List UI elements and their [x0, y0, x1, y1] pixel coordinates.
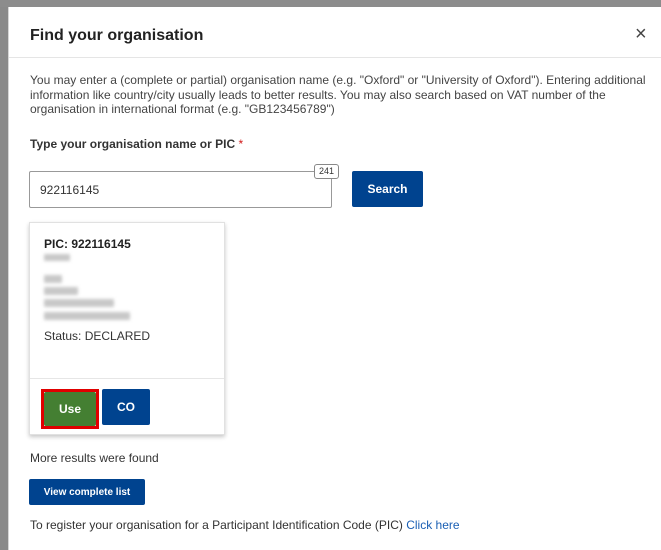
redacted-text — [44, 287, 78, 295]
use-button[interactable]: Use — [44, 392, 96, 426]
required-marker: * — [238, 137, 244, 151]
result-card: PIC: 922116145 Status: DECLARED Use CO — [29, 222, 225, 435]
card-divider — [30, 378, 224, 379]
intro-text: You may enter a (complete or partial) or… — [30, 73, 646, 116]
register-pic-text: To register your organisation for a Part… — [30, 518, 460, 532]
register-click-here-link[interactable]: Click here — [406, 518, 459, 532]
redacted-text — [44, 312, 130, 320]
co-button[interactable]: CO — [102, 389, 150, 425]
redacted-text — [44, 299, 114, 307]
find-organisation-dialog: Find your organisation × You may enter a… — [8, 7, 661, 550]
view-complete-list-button[interactable]: View complete list — [29, 479, 145, 505]
dialog-header: Find your organisation × — [9, 7, 661, 58]
dialog-title: Find your organisation — [30, 27, 204, 44]
result-pic: PIC: 922116145 — [44, 237, 131, 251]
redacted-text — [44, 254, 70, 261]
redacted-text — [44, 275, 62, 283]
result-status: Status: DECLARED — [44, 329, 151, 343]
register-text: To register your organisation for a Part… — [30, 518, 403, 532]
close-icon[interactable]: × — [635, 24, 647, 44]
search-field-label: Type your organisation name or PIC * — [30, 137, 243, 151]
search-button[interactable]: Search — [352, 171, 423, 207]
modal-backdrop — [0, 0, 661, 7]
organisation-search-input[interactable] — [29, 171, 332, 208]
character-count-badge: 241 — [314, 164, 340, 179]
search-label-text: Type your organisation name or PIC — [30, 137, 236, 151]
more-results-text: More results were found — [30, 451, 159, 465]
